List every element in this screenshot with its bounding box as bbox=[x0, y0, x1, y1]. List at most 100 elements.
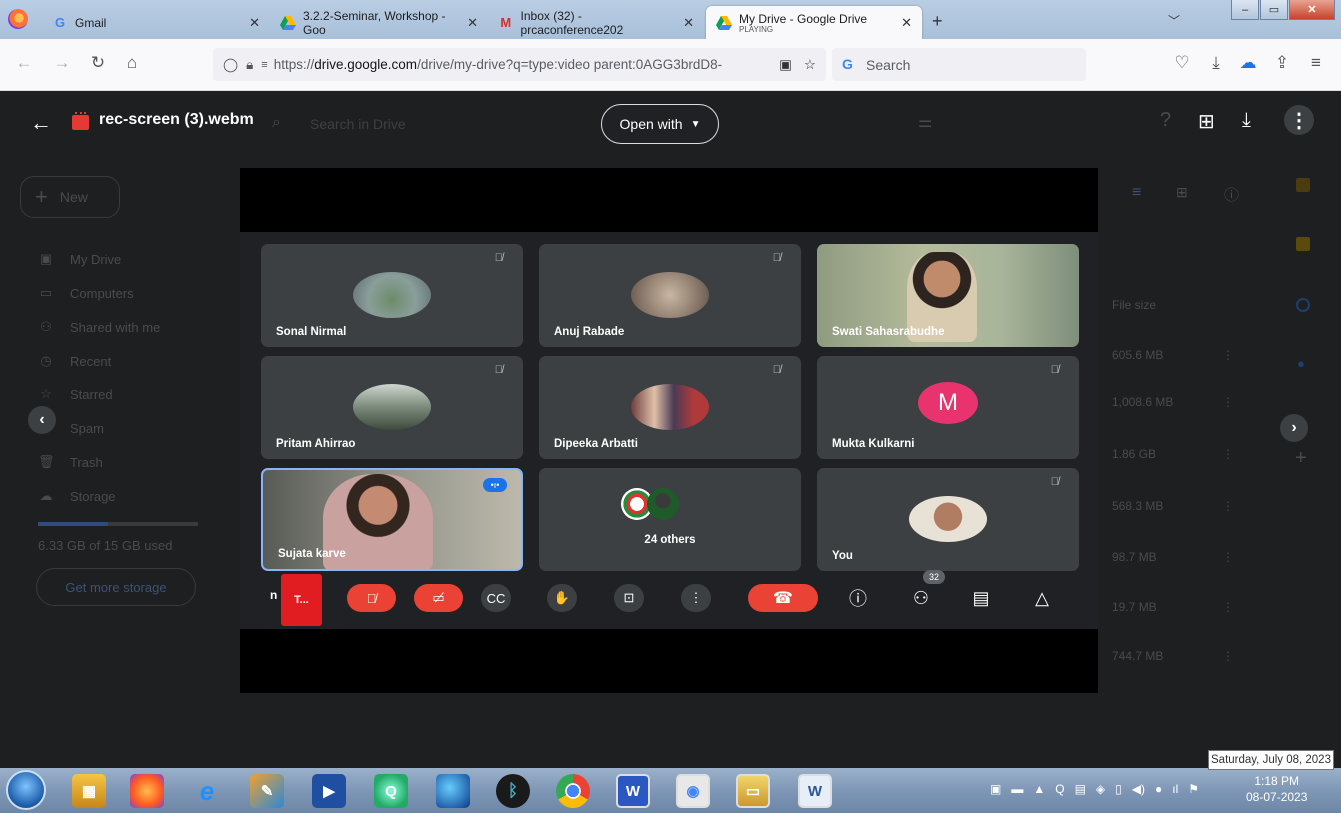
window-close-icon[interactable]: ✕ bbox=[1289, 0, 1335, 20]
sidebar-item-label: Recent bbox=[70, 353, 112, 369]
home-icon[interactable]: ⌂ bbox=[120, 53, 144, 73]
avatar bbox=[647, 488, 679, 520]
more-actions-icon[interactable]: ⋮ bbox=[1284, 105, 1314, 135]
caret-down-icon: ▼ bbox=[690, 118, 701, 130]
participant-tile: 🎙̸ Dipeeka Arbatti bbox=[539, 356, 801, 459]
close-tab-icon[interactable]: ✕ bbox=[901, 15, 912, 31]
tray-webex-icon[interactable]: ▣ bbox=[990, 782, 1001, 796]
paint-icon[interactable]: ✎ bbox=[250, 774, 284, 808]
tray-signal-icon[interactable]: ıl bbox=[1172, 782, 1178, 796]
permissions-icon[interactable]: ≡ bbox=[261, 59, 267, 71]
sidebar-item-shared: ⚇ Shared with me bbox=[38, 319, 160, 335]
tab-seminar[interactable]: 3.2.2-Seminar, Workshop - Goo ✕ bbox=[270, 6, 488, 39]
close-tab-icon[interactable]: ✕ bbox=[683, 15, 694, 31]
tray-search-icon[interactable]: Q bbox=[1055, 782, 1064, 796]
tray-cloud-icon[interactable]: ● bbox=[1155, 782, 1162, 796]
avatar-initial: M bbox=[918, 382, 978, 424]
taskbar: ▦ e ✎ ▶ Q ᛒ W ◉ ▭ W ▣ ▬ ▲ Q ▤ ◈ ▯ ◀) ● ı… bbox=[0, 768, 1341, 813]
bookmark-star-icon[interactable]: ☆ bbox=[804, 57, 816, 73]
lock-icon[interactable]: 🔒︎ bbox=[246, 57, 253, 73]
open-with-button[interactable]: Open with ▼ bbox=[601, 104, 719, 144]
media-player-icon[interactable]: ▶ bbox=[312, 774, 346, 808]
plus-icon: + bbox=[35, 184, 48, 209]
download-icon[interactable]: ⤓ bbox=[1242, 109, 1251, 132]
storage-meter bbox=[38, 522, 198, 526]
tray-flag-icon[interactable]: ⚑ bbox=[1188, 782, 1199, 796]
muted-mic-icon: 🎙̸ bbox=[494, 252, 503, 264]
tab-my-drive[interactable]: My Drive - Google Drive PLAYING ✕ bbox=[706, 6, 922, 39]
navigation-bar: ← → ↻ ⌂ ◯ 🔒︎ ≡ https://drive.google.com /… bbox=[0, 39, 1341, 91]
share-icon[interactable]: ⇪ bbox=[1270, 53, 1294, 73]
clock-time: 1:18 PM bbox=[1254, 774, 1300, 788]
video-player[interactable]: 🎙̸ Sonal Nirmal 🎙̸ Anuj Rabade Swati Sah… bbox=[240, 168, 1098, 693]
previous-file-icon[interactable]: ‹ bbox=[28, 406, 56, 434]
file-row: 1.86 GB ⋮ bbox=[1112, 447, 1242, 461]
folder-icon[interactable]: ▭ bbox=[736, 774, 770, 808]
participant-name: Anuj Rabade bbox=[554, 326, 625, 338]
sidebar-item-recent: ◷ Recent bbox=[38, 353, 111, 369]
forward-icon[interactable]: → bbox=[50, 53, 74, 73]
firefox-icon[interactable] bbox=[130, 774, 164, 808]
bluetooth-icon[interactable]: ᛒ bbox=[496, 774, 530, 808]
url-bar[interactable]: ◯ 🔒︎ ≡ https://drive.google.com/drive/my… bbox=[213, 48, 826, 81]
minimize-icon[interactable]: – bbox=[1231, 0, 1259, 20]
more-icon: ⋮ bbox=[1222, 600, 1234, 614]
new-tab-icon[interactable]: + bbox=[932, 11, 943, 32]
tray-volume-icon[interactable]: ◀) bbox=[1132, 782, 1145, 796]
add-addon-icon: + bbox=[1295, 447, 1307, 469]
file-manager-icon[interactable]: ▦ bbox=[72, 774, 106, 808]
reload-icon[interactable]: ↻ bbox=[86, 53, 110, 73]
more-icon: ⋮ bbox=[1222, 649, 1234, 663]
tray-device-icon[interactable]: ▯ bbox=[1115, 782, 1122, 796]
tray-monitor-icon[interactable]: ▤ bbox=[1075, 782, 1086, 796]
tray-drive-icon[interactable]: ▲ bbox=[1033, 782, 1045, 796]
star-icon: ☆ bbox=[40, 386, 52, 401]
extension-icon[interactable]: ☁ bbox=[1236, 53, 1260, 73]
pocket-icon[interactable]: ♡ bbox=[1170, 53, 1194, 73]
tray-network-app-icon[interactable]: ◈ bbox=[1096, 782, 1105, 796]
back-arrow-icon[interactable]: ← bbox=[30, 110, 52, 136]
file-size: 1,008.6 MB bbox=[1112, 395, 1174, 409]
clock-icon: ◷ bbox=[40, 353, 52, 368]
menu-icon[interactable]: ≡ bbox=[1304, 53, 1328, 73]
more-icon: ⋮ bbox=[1222, 499, 1234, 513]
search-options-icon: ⚌ bbox=[918, 114, 933, 131]
participant-name: Dipeeka Arbatti bbox=[554, 438, 638, 450]
tab-label: 3.2.2-Seminar, Workshop - Goo bbox=[303, 8, 446, 37]
webex-icon[interactable]: W bbox=[616, 774, 650, 808]
chevron-down-icon[interactable]: ﹀ bbox=[1168, 12, 1180, 29]
downloads-icon[interactable]: ⤓ bbox=[1204, 53, 1228, 73]
chrome-remote-icon[interactable]: ◉ bbox=[676, 774, 710, 808]
sidebar-item-label: Computers bbox=[70, 285, 134, 301]
close-tab-icon[interactable]: ✕ bbox=[249, 15, 260, 31]
next-file-icon[interactable]: › bbox=[1280, 414, 1308, 442]
file-row: 744.7 MB ⋮ bbox=[1112, 649, 1242, 663]
maximize-icon[interactable]: ▭ bbox=[1260, 0, 1288, 20]
close-tab-icon[interactable]: ✕ bbox=[467, 15, 478, 31]
firefox-logo-icon[interactable] bbox=[8, 9, 28, 29]
shield-icon[interactable]: ◯ bbox=[223, 57, 238, 73]
more-icon: ⋮ bbox=[1222, 348, 1234, 362]
start-button[interactable] bbox=[6, 770, 46, 810]
search-app-icon[interactable]: Q bbox=[374, 774, 408, 808]
earth-icon[interactable] bbox=[436, 774, 470, 808]
reader-view-icon[interactable]: ▣ bbox=[779, 57, 792, 73]
sidebar-item-label: Shared with me bbox=[70, 319, 161, 335]
word-icon[interactable]: W bbox=[798, 774, 832, 808]
tray-usb-icon[interactable]: ▬ bbox=[1011, 782, 1023, 796]
tab-gmail[interactable]: G Gmail ✕ bbox=[42, 6, 270, 39]
participant-name: Sujata karve bbox=[278, 548, 346, 560]
computer-icon: ▭ bbox=[39, 285, 53, 300]
meeting-info-icon: ⓘ bbox=[849, 589, 867, 609]
system-clock[interactable]: 1:18 PM 08-07-2023 bbox=[1246, 773, 1307, 805]
back-icon[interactable]: ← bbox=[12, 53, 36, 73]
file-size: 19.7 MB bbox=[1112, 600, 1157, 614]
internet-explorer-icon[interactable]: e bbox=[190, 774, 224, 808]
tab-inbox[interactable]: M Inbox (32) - prcaconference202 ✕ bbox=[488, 6, 704, 39]
search-bar[interactable]: G Search bbox=[832, 48, 1086, 81]
muted-mic-icon: 🎙̸ bbox=[1050, 476, 1059, 488]
file-row: 605.6 MB ⋮ bbox=[1112, 348, 1242, 362]
mic-off-button: 🎙̸ bbox=[347, 584, 396, 612]
chrome-icon[interactable] bbox=[556, 774, 590, 808]
add-shortcut-icon[interactable]: ⊞ bbox=[1198, 109, 1215, 134]
